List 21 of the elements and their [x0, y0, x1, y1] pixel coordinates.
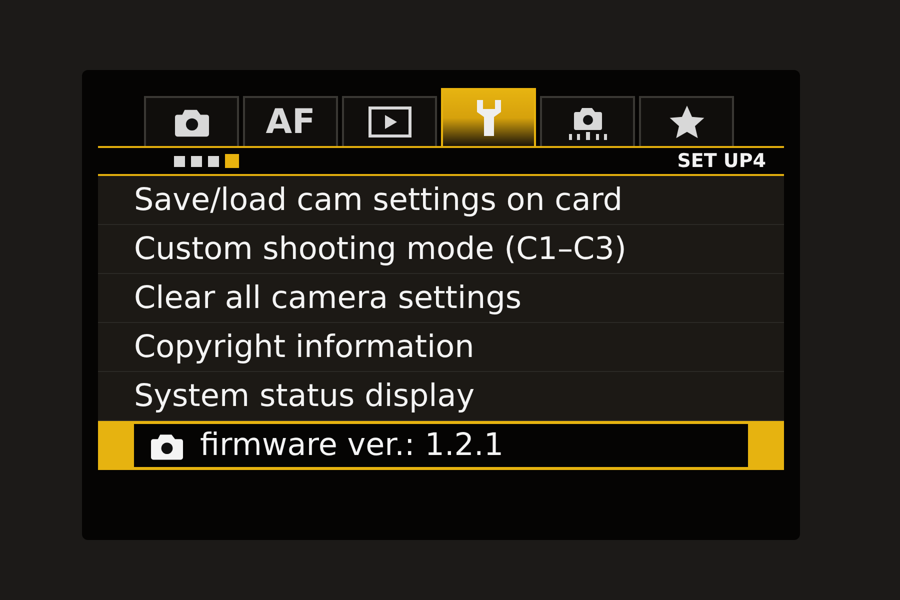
- menu-item-label: Copyright information: [134, 328, 474, 367]
- menu-item-label: Clear all camera settings: [134, 278, 522, 318]
- star-icon: [668, 104, 706, 140]
- menu-item[interactable]: Copyright information: [98, 323, 784, 372]
- menu-item[interactable]: firmware ver.: 1.2.1: [98, 421, 784, 470]
- menu-item-label: System status display: [134, 376, 475, 416]
- menu-tab[interactable]: [144, 96, 239, 146]
- menu-tab[interactable]: [342, 96, 437, 146]
- play-icon: [368, 106, 412, 138]
- menu-tab[interactable]: AF: [243, 96, 338, 146]
- menu-tab[interactable]: [639, 96, 734, 146]
- menu-item-label: Custom shooting mode (C1–C3): [134, 230, 626, 269]
- menu-tab[interactable]: [540, 96, 635, 146]
- page-title: SET UP4: [677, 148, 766, 174]
- menu-item[interactable]: Clear all camera settings: [98, 274, 784, 323]
- menu-item[interactable]: Custom shooting mode (C1–C3): [98, 225, 784, 274]
- menu-item-label: Save/load cam settings on card: [134, 180, 623, 220]
- menu-item-label: firmware ver.: 1.2.1: [200, 426, 504, 466]
- menu-item[interactable]: System status display: [98, 372, 784, 421]
- menu-item[interactable]: Save/load cam settings on card: [98, 176, 784, 225]
- menu-tab[interactable]: [441, 88, 536, 146]
